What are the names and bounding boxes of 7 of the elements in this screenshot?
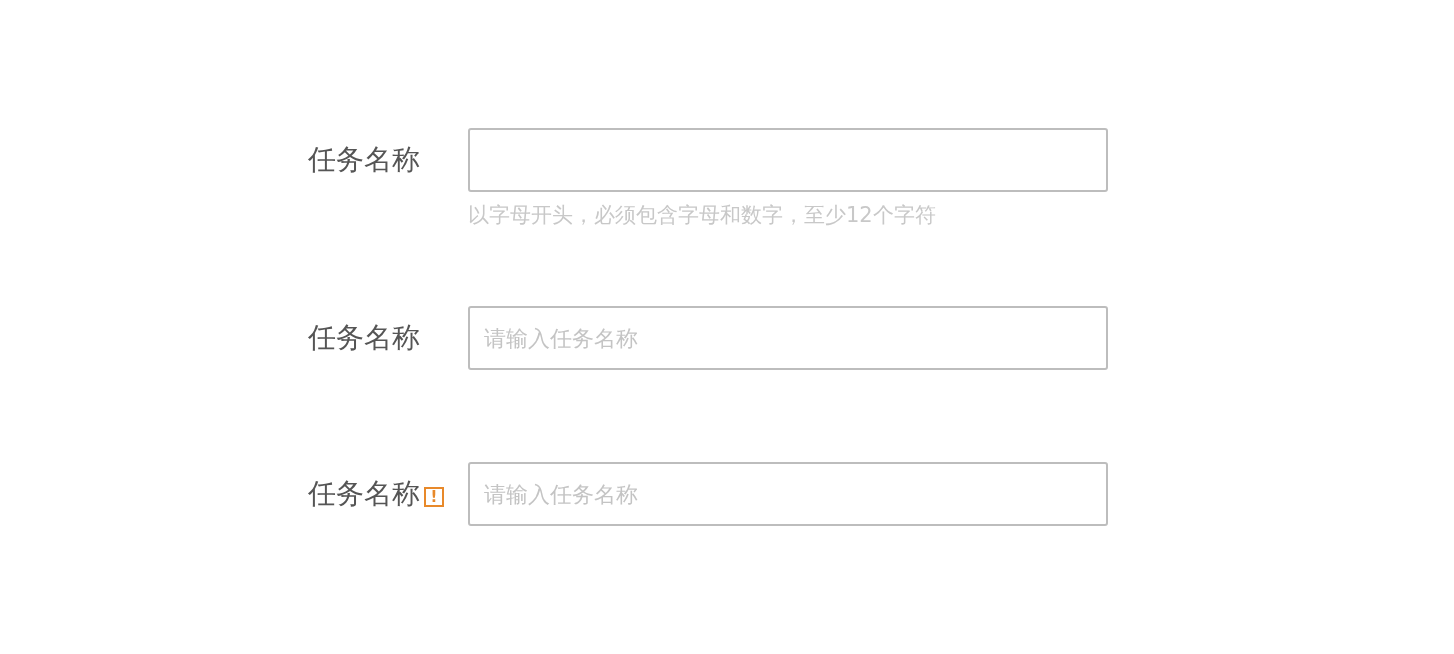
field-label: 任务名称: [308, 324, 420, 352]
text-input[interactable]: 请输入任务名称: [468, 462, 1108, 526]
text-input[interactable]: [468, 128, 1108, 192]
field-label: 任务名称: [308, 480, 420, 508]
text-input[interactable]: 请输入任务名称: [468, 306, 1108, 370]
field-label: 任务名称: [308, 146, 420, 174]
warning-icon: !: [424, 487, 444, 507]
